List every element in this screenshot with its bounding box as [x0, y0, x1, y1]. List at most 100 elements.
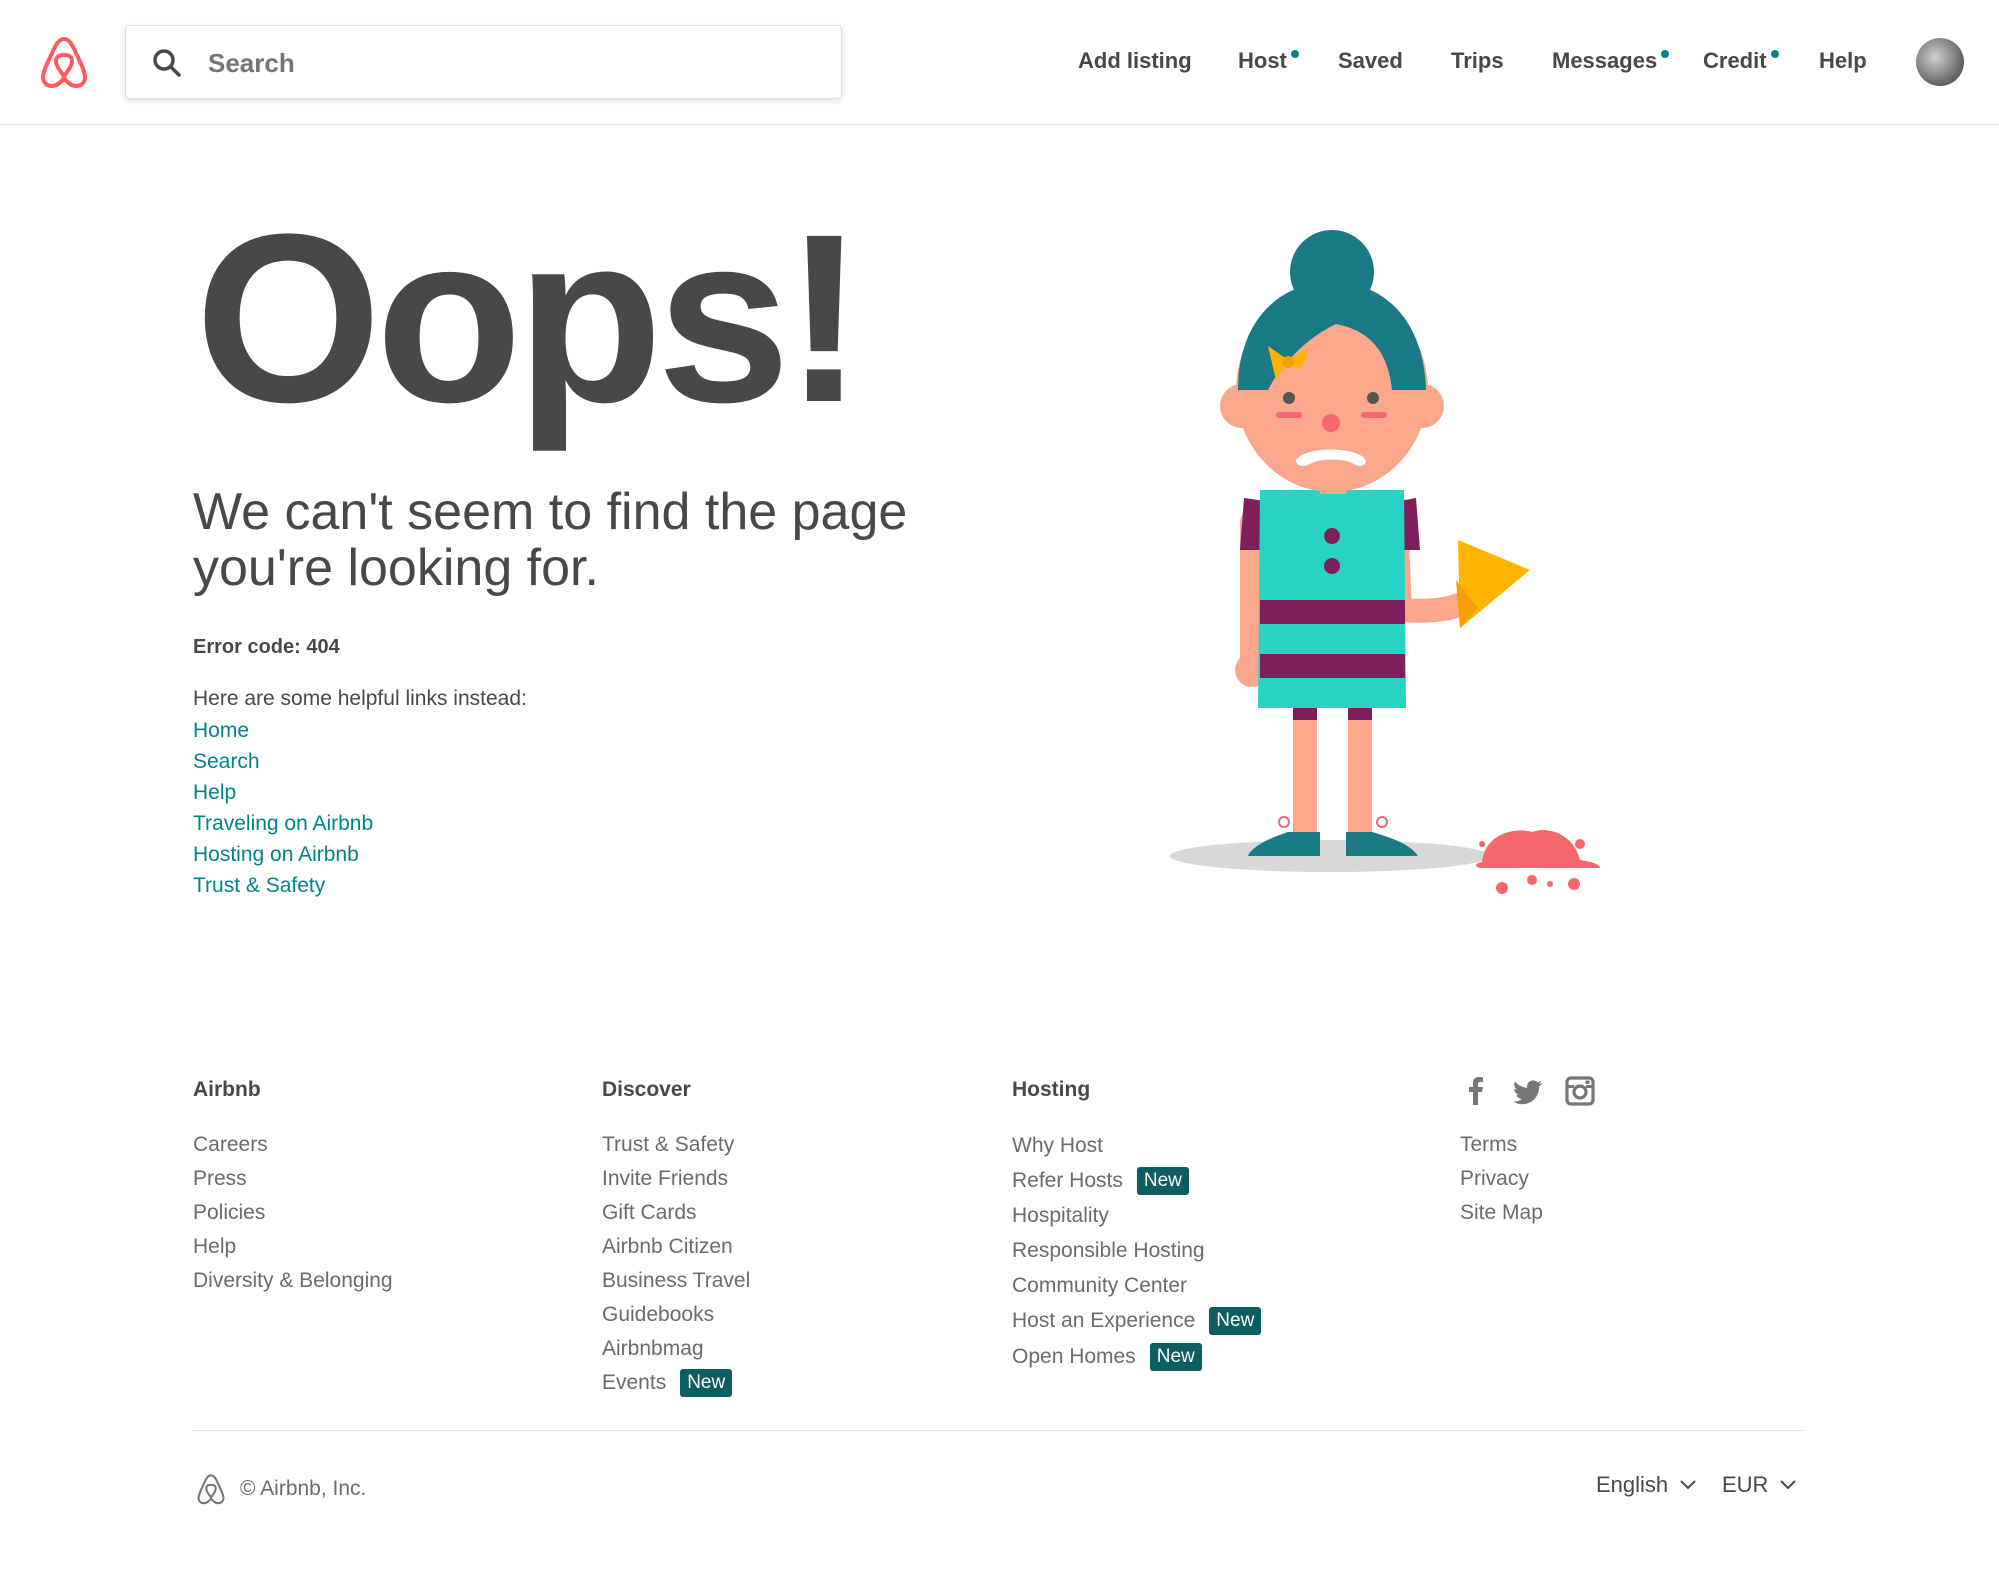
footer-link-label: Airbnb Citizen: [602, 1235, 733, 1258]
helpful-link-search[interactable]: Search: [193, 746, 373, 777]
footer-link-responsible-hosting[interactable]: Responsible Hosting: [1012, 1233, 1261, 1268]
footer-link-label: Trust & Safety: [602, 1133, 735, 1156]
footer-heading: Discover: [602, 1078, 691, 1101]
nav-host-label: Host: [1238, 48, 1287, 73]
footer-link-label: Press: [193, 1167, 247, 1190]
footer-link-label: Host an Experience: [1012, 1309, 1196, 1332]
search-icon: [152, 48, 182, 78]
new-badge: New: [1149, 1343, 1202, 1371]
footer-link-policies[interactable]: Policies: [193, 1196, 393, 1230]
footer-link-airbnbmag[interactable]: Airbnbmag: [602, 1332, 750, 1366]
helpful-links-intro: Here are some helpful links instead:: [193, 687, 527, 710]
facebook-icon[interactable]: [1460, 1075, 1492, 1107]
footer-divider: [193, 1430, 1805, 1431]
site-header: Add listing Host Saved Trips Messages Cr…: [0, 0, 1999, 125]
footer-link-community-center[interactable]: Community Center: [1012, 1268, 1261, 1303]
footer-link-diversity[interactable]: Diversity & Belonging: [193, 1264, 393, 1298]
airbnb-logo-small-icon: [197, 1474, 225, 1505]
footer-link-label: Policies: [193, 1201, 266, 1224]
footer-link-host-experience[interactable]: Host an Experience New: [1012, 1303, 1262, 1339]
error-code: Error code: 404: [193, 636, 340, 658]
helpful-link-help[interactable]: Help: [193, 777, 373, 808]
footer-link-label: Privacy: [1460, 1167, 1529, 1190]
footer-column-discover: Discover Trust & Safety Invite Friends G…: [602, 1075, 750, 1400]
footer-link-business-travel[interactable]: Business Travel: [602, 1264, 750, 1298]
currency-value: EUR: [1722, 1472, 1769, 1497]
footer-link-gift-cards[interactable]: Gift Cards: [602, 1196, 750, 1230]
nav-credit[interactable]: Credit: [1703, 48, 1779, 74]
footer-link-trust-safety[interactable]: Trust & Safety: [602, 1128, 750, 1162]
nav-help[interactable]: Help: [1819, 48, 1867, 74]
footer-link-guidebooks[interactable]: Guidebooks: [602, 1298, 750, 1332]
footer-link-why-host[interactable]: Why Host: [1012, 1128, 1261, 1163]
helpful-link-traveling[interactable]: Traveling on Airbnb: [193, 808, 373, 839]
nav-trips[interactable]: Trips: [1451, 48, 1504, 74]
copyright: © Airbnb, Inc.: [196, 1473, 366, 1505]
footer-link-label: Events: [602, 1371, 667, 1394]
footer-link-label: Diversity & Belonging: [193, 1269, 393, 1292]
currency-selector[interactable]: EUR: [1722, 1472, 1797, 1498]
footer-link-label: Invite Friends: [602, 1167, 729, 1190]
legal-links: Terms Privacy Site Map: [1460, 1128, 1543, 1230]
nav-host[interactable]: Host: [1238, 48, 1299, 74]
footer-link-press[interactable]: Press: [193, 1162, 393, 1196]
footer-link-label: Gift Cards: [602, 1201, 697, 1224]
user-avatar[interactable]: [1916, 38, 1964, 86]
page-title: Oops!: [195, 184, 864, 452]
nav-add-listing[interactable]: Add listing: [1078, 48, 1192, 74]
sad-girl-dropped-ice-cream-illustration: [1170, 230, 1600, 894]
footer-link-label: Business Travel: [602, 1269, 751, 1292]
new-badge: New: [1209, 1307, 1262, 1335]
twitter-icon[interactable]: [1512, 1075, 1544, 1107]
nav-saved[interactable]: Saved: [1338, 48, 1403, 74]
footer-link-hospitality[interactable]: Hospitality: [1012, 1198, 1261, 1233]
footer-link-privacy[interactable]: Privacy: [1460, 1162, 1543, 1196]
chevron-down-icon: [1680, 1480, 1696, 1490]
footer-link-airbnb-citizen[interactable]: Airbnb Citizen: [602, 1230, 750, 1264]
helpful-link-hosting[interactable]: Hosting on Airbnb: [193, 839, 373, 870]
footer-link-label: Responsible Hosting: [1012, 1239, 1205, 1262]
footer-link-site-map[interactable]: Site Map: [1460, 1196, 1543, 1230]
footer-link-terms[interactable]: Terms: [1460, 1128, 1543, 1162]
footer-column-airbnb: Airbnb Careers Press Policies Help Diver…: [193, 1075, 393, 1298]
nav-messages-label: Messages: [1552, 48, 1658, 73]
footer-link-label: Open Homes: [1012, 1345, 1136, 1368]
instagram-icon[interactable]: [1564, 1075, 1596, 1107]
language-value: English: [1596, 1472, 1669, 1497]
new-badge: New: [680, 1369, 733, 1397]
footer-link-label: Community Center: [1012, 1274, 1188, 1297]
footer-link-events[interactable]: Events New: [602, 1366, 750, 1400]
page-subtitle: We can't seem to find the page you're lo…: [193, 483, 908, 597]
footer-column-hosting: Hosting Why Host Refer Hosts New Hospital…: [1012, 1075, 1262, 1375]
language-selector[interactable]: English: [1596, 1472, 1696, 1498]
footer-link-open-homes[interactable]: Open Homes New: [1012, 1339, 1261, 1375]
nav-messages[interactable]: Messages: [1552, 48, 1670, 74]
airbnb-logo-icon[interactable]: [39, 35, 89, 89]
footer-link-label: Hospitality: [1012, 1204, 1109, 1227]
search-input[interactable]: [206, 40, 810, 86]
footer-link-label: Terms: [1460, 1133, 1518, 1156]
footer-link-label: Careers: [193, 1133, 268, 1156]
footer-link-label: Site Map: [1460, 1201, 1543, 1224]
footer-link-label: Refer Hosts: [1012, 1169, 1123, 1192]
footer-heading: Airbnb: [193, 1078, 261, 1101]
footer-link-refer-hosts[interactable]: Refer Hosts New: [1012, 1163, 1261, 1198]
search-box[interactable]: [125, 25, 842, 99]
helpful-links-list: Home Search Help Traveling on Airbnb Hos…: [193, 715, 373, 901]
footer-link-invite-friends[interactable]: Invite Friends: [602, 1162, 750, 1196]
nav-credit-label: Credit: [1703, 48, 1767, 73]
copyright-text: © Airbnb, Inc.: [240, 1477, 367, 1500]
footer-link-label: Why Host: [1012, 1134, 1104, 1157]
footer-link-label: Guidebooks: [602, 1303, 715, 1326]
footer-link-label: Help: [193, 1235, 237, 1258]
notification-dot: [1290, 50, 1299, 58]
notification-dot: [1661, 50, 1670, 58]
helpful-link-trust-safety[interactable]: Trust & Safety: [193, 870, 373, 901]
footer-link-careers[interactable]: Careers: [193, 1128, 393, 1162]
helpful-link-home[interactable]: Home: [193, 715, 373, 746]
footer-link-label: Airbnbmag: [602, 1337, 704, 1360]
chevron-down-icon: [1780, 1480, 1797, 1490]
social-links: [1460, 1075, 1596, 1107]
footer-link-help[interactable]: Help: [193, 1230, 393, 1264]
footer-heading: Hosting: [1012, 1078, 1091, 1101]
